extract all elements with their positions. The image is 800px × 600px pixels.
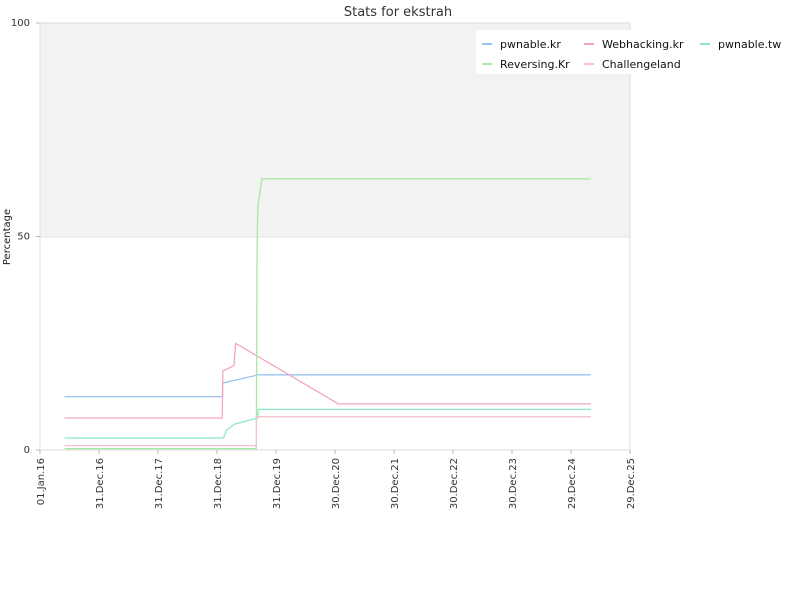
y-tick-label: 0 xyxy=(24,445,30,456)
chart-title: Stats for ekstrah xyxy=(344,5,452,20)
y-tick-label: 50 xyxy=(17,232,30,243)
x-tick-label: 31.Dec.18 xyxy=(213,458,224,509)
y-axis: 0 50 100 xyxy=(11,18,40,456)
x-tick-label: 31.Dec.19 xyxy=(272,458,283,509)
y-tick-label: 100 xyxy=(11,18,30,29)
x-tick-label: 30.Dec.21 xyxy=(390,458,401,509)
x-tick-label: 01.Jan.16 xyxy=(36,458,47,505)
legend-label: Reversing.Kr xyxy=(500,58,570,71)
legend-label: pwnable.kr xyxy=(500,38,561,51)
x-tick-label: 31.Dec.17 xyxy=(154,458,165,509)
line-chart: Stats for ekstrah 0 50 100 01.Jan.16 31.Dec… xyxy=(2,5,785,509)
x-tick-label: 29.Dec.25 xyxy=(626,458,637,509)
x-axis: 01.Jan.16 31.Dec.16 31.Dec.17 31.Dec.18 31.D… xyxy=(36,450,637,509)
x-tick-label: 30.Dec.22 xyxy=(449,458,460,509)
legend-label: Webhacking.kr xyxy=(602,38,684,51)
x-tick-label: 30.Dec.23 xyxy=(508,458,519,509)
legend: pwnable.kr Webhacking.kr pwnable.tw Reversi… xyxy=(476,30,785,74)
x-tick-label: 30.Dec.20 xyxy=(331,458,342,509)
y-axis-label: Percentage xyxy=(2,209,13,265)
legend-label: Challengeland xyxy=(602,58,681,71)
legend-label: pwnable.tw xyxy=(718,38,781,51)
x-tick-label: 29.Dec.24 xyxy=(567,458,578,509)
x-tick-label: 31.Dec.16 xyxy=(95,458,106,509)
